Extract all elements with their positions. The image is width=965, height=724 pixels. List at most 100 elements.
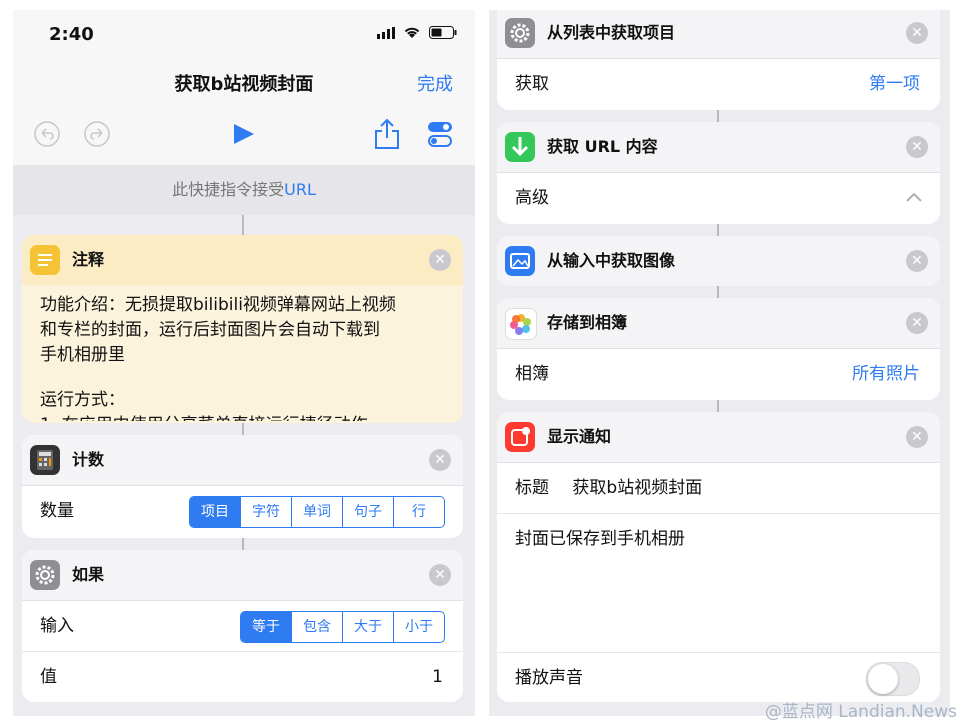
get-item-header: 从列表中获取项目 ✕ [497, 10, 940, 59]
connector [242, 215, 244, 235]
close-icon[interactable]: ✕ [906, 426, 928, 448]
save-album-title: 存储到相簿 [547, 313, 628, 332]
photos-icon [505, 308, 537, 340]
notification-icon [505, 422, 535, 452]
close-icon[interactable]: ✕ [906, 312, 928, 334]
notify-card[interactable]: 显示通知 ✕ 标题 获取b站视频封面 封面已保存到手机相册 播放声音 [497, 412, 940, 702]
get-item-label: 获取 [515, 74, 549, 94]
if-input-row: 输入 等于 包含 大于 小于 [22, 601, 463, 652]
sound-row: 播放声音 [497, 652, 940, 702]
note-line: 运行方式： [40, 390, 125, 410]
chevron-up-icon[interactable] [906, 192, 922, 202]
advanced-label: 高级 [515, 188, 549, 208]
note-line: 功能介绍：无损提取bilibili视频弹幕网站上视频 [40, 295, 396, 315]
notify-title-value[interactable]: 获取b站视频封面 [572, 478, 702, 498]
album-label: 相簿 [515, 364, 549, 384]
notify-header: 显示通知 ✕ [497, 412, 940, 463]
count-header: 计数 ✕ [22, 435, 463, 486]
signal-icon [377, 26, 395, 39]
sound-label: 播放声音 [515, 668, 583, 688]
note-card[interactable]: 注释 ✕ 功能介绍：无损提取bilibili视频弹幕网站上视频 和专栏的封面，运… [22, 235, 463, 423]
note-header: 注释 ✕ [22, 235, 463, 285]
undo-icon[interactable] [33, 120, 61, 148]
gear-icon [505, 18, 535, 48]
get-image-header: 从输入中获取图像 ✕ [497, 236, 940, 286]
close-icon[interactable]: ✕ [906, 22, 928, 44]
image-icon [505, 246, 535, 276]
settings-toggle-icon[interactable] [427, 120, 453, 148]
notify-title-row[interactable]: 标题 获取b站视频封面 [497, 463, 940, 514]
left-screen: 2:40 获取b站视频封面 完成 此快捷指令接受URL 注释 ✕ 功能介绍：无损… [13, 10, 475, 716]
get-item-card[interactable]: 从列表中获取项目 ✕ 获取 第一项 [497, 10, 940, 110]
if-header: 如果 ✕ [22, 550, 463, 601]
connector [242, 423, 244, 435]
redo-icon[interactable] [83, 120, 111, 148]
segment-less[interactable]: 小于 [393, 612, 444, 642]
sound-toggle[interactable] [866, 662, 920, 696]
count-label: 数量 [40, 501, 74, 521]
input-type-banner[interactable]: 此快捷指令接受URL [13, 165, 475, 215]
get-image-card[interactable]: 从输入中获取图像 ✕ [497, 236, 940, 286]
notify-title: 显示通知 [547, 427, 612, 446]
connector [717, 286, 719, 298]
count-type-segmented[interactable]: 项目 字符 单词 句子 行 [189, 496, 445, 528]
play-icon[interactable] [232, 122, 256, 146]
save-album-card[interactable]: 存储到相簿 ✕ 相簿 所有照片 [497, 298, 940, 400]
get-item-title: 从列表中获取项目 [547, 23, 676, 42]
get-item-value[interactable]: 第一项 [869, 59, 920, 109]
note-title: 注释 [72, 250, 105, 269]
close-icon[interactable]: ✕ [429, 564, 451, 586]
connector [242, 538, 244, 550]
get-url-card[interactable]: 获取 URL 内容 ✕ 高级 [497, 122, 940, 224]
note-line [40, 368, 445, 388]
if-condition-segmented[interactable]: 等于 包含 大于 小于 [240, 611, 445, 643]
share-icon[interactable] [374, 118, 400, 150]
if-title: 如果 [72, 565, 105, 584]
advanced-row[interactable]: 高级 [497, 173, 940, 223]
status-icons [377, 26, 457, 39]
get-item-row[interactable]: 获取 第一项 [497, 59, 940, 109]
if-input-label: 输入 [40, 616, 74, 636]
get-image-title: 从输入中获取图像 [547, 251, 676, 270]
segment-equals[interactable]: 等于 [241, 612, 291, 642]
album-value[interactable]: 所有照片 [852, 349, 920, 399]
count-title: 计数 [72, 450, 105, 469]
close-icon[interactable]: ✕ [906, 250, 928, 272]
if-value-row[interactable]: 值 1 [22, 652, 463, 702]
note-icon [30, 245, 60, 275]
album-row[interactable]: 相簿 所有照片 [497, 349, 940, 399]
battery-icon [429, 26, 457, 39]
right-screen: 从列表中获取项目 ✕ 获取 第一项 获取 URL 内容 ✕ 高级 从输入中获取图… [489, 10, 950, 716]
wifi-icon [404, 27, 420, 38]
download-icon [505, 132, 535, 162]
segment-contains[interactable]: 包含 [291, 612, 342, 642]
segment-greater[interactable]: 大于 [342, 612, 393, 642]
get-url-header: 获取 URL 内容 ✕ [497, 122, 940, 173]
segment-line[interactable]: 行 [393, 497, 444, 527]
segment-sentence[interactable]: 句子 [342, 497, 393, 527]
close-icon[interactable]: ✕ [906, 136, 928, 158]
if-value[interactable]: 1 [432, 652, 443, 702]
segment-char[interactable]: 字符 [240, 497, 291, 527]
if-card[interactable]: 如果 ✕ 输入 等于 包含 大于 小于 值 1 [22, 550, 463, 702]
connector [717, 400, 719, 412]
done-button[interactable]: 完成 [417, 70, 453, 96]
segment-word[interactable]: 单词 [291, 497, 342, 527]
status-time: 2:40 [49, 24, 94, 45]
connector [717, 110, 719, 122]
nav-title: 获取b站视频封面 [174, 74, 314, 95]
get-url-title: 获取 URL 内容 [547, 137, 658, 156]
watermark: @蓝点网 Landian.News [764, 702, 957, 722]
calculator-icon [30, 445, 60, 475]
notify-body[interactable]: 封面已保存到手机相册 [497, 514, 940, 652]
notify-title-label: 标题 [515, 478, 549, 498]
note-line: 手机相册里 [40, 345, 125, 365]
segment-item[interactable]: 项目 [190, 497, 240, 527]
note-line: 和专栏的封面，运行后封面图片会自动下载到 [40, 320, 380, 340]
note-text[interactable]: 功能介绍：无损提取bilibili视频弹幕网站上视频 和专栏的封面，运行后封面图… [22, 285, 463, 421]
accepts-type: URL [284, 180, 316, 199]
note-line: 1. 在应用内使用分享菜单直接运行捷径动作 [40, 413, 445, 421]
count-card[interactable]: 计数 ✕ 数量 项目 字符 单词 句子 行 [22, 435, 463, 538]
close-icon[interactable]: ✕ [429, 249, 451, 271]
close-icon[interactable]: ✕ [429, 449, 451, 471]
